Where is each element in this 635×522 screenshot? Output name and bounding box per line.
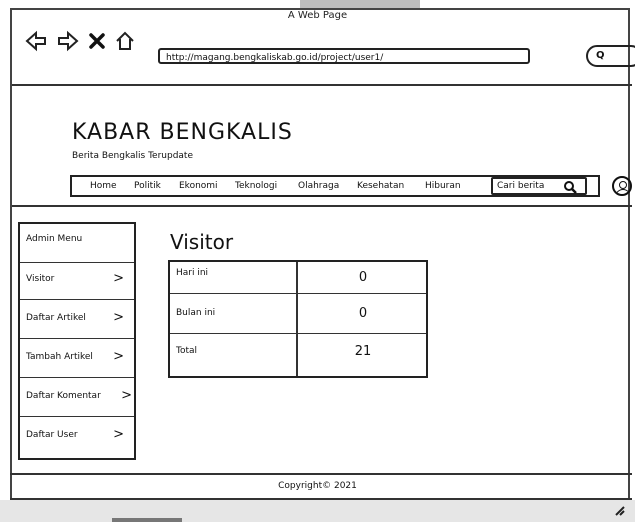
chevron-right-icon: > (113, 271, 124, 286)
site-search-input[interactable]: Cari berita (491, 177, 587, 195)
menu-item-ekonomi[interactable]: Ekonomi (179, 181, 218, 191)
stat-label-today: Hari ini (176, 268, 209, 278)
table-row: Hari ini 0 (170, 262, 426, 294)
browser-status-bar (0, 500, 635, 522)
chevron-right-icon: > (121, 388, 132, 403)
table-row: Bulan ini 0 (170, 294, 426, 334)
back-arrow-icon[interactable] (24, 30, 48, 57)
home-icon[interactable] (114, 30, 136, 57)
admin-sidebar: Admin Menu Visitor > Daftar Artikel > Ta… (18, 222, 136, 460)
menu-item-kesehatan[interactable]: Kesehatan (357, 181, 404, 191)
stat-value-month: 0 (358, 306, 368, 321)
content-divider (12, 205, 632, 207)
menu-item-teknologi[interactable]: Teknologi (235, 181, 277, 191)
sidebar-item-tambah-artikel[interactable]: Tambah Artikel > (20, 339, 134, 378)
status-bar-tab (112, 518, 182, 522)
sidebar-header: Admin Menu (20, 224, 134, 263)
sidebar-item-daftar-komentar[interactable]: Daftar Komentar > (20, 378, 134, 417)
url-bar[interactable]: http://magang.bengkaliskab.go.id/project… (158, 48, 530, 64)
browser-nav (24, 30, 136, 56)
chevron-right-icon: > (113, 349, 124, 364)
sidebar-item-daftar-artikel[interactable]: Daftar Artikel > (20, 300, 134, 339)
sidebar-item-visitor[interactable]: Visitor > (20, 261, 134, 300)
sidebar-item-daftar-user[interactable]: Daftar User > (20, 417, 134, 456)
site-search-placeholder: Cari berita (497, 181, 545, 191)
stat-label-month: Bulan ini (176, 308, 216, 318)
stat-value-today: 0 (358, 270, 368, 285)
footer-copyright: Copyright© 2021 (278, 481, 357, 491)
avatar-head (619, 181, 627, 189)
resize-grip-icon[interactable] (612, 504, 626, 519)
forward-arrow-icon[interactable] (56, 30, 80, 57)
magnifier-icon[interactable] (563, 177, 577, 197)
menu-item-olahraga[interactable]: Olahraga (298, 181, 339, 191)
browser-search-pill[interactable]: Q (586, 45, 635, 67)
close-icon[interactable] (88, 32, 106, 55)
menu-item-hiburan[interactable]: Hiburan (425, 181, 461, 191)
stat-label-total: Total (176, 346, 198, 356)
user-avatar-icon[interactable] (612, 176, 632, 196)
header-divider (12, 84, 632, 86)
footer-divider (10, 473, 632, 475)
title-strip (300, 0, 420, 8)
search-icon: Q (596, 50, 605, 61)
site-tagline: Berita Bengkalis Terupdate (72, 151, 193, 161)
table-row: Total 21 (170, 334, 426, 376)
menu-item-home[interactable]: Home (90, 181, 117, 191)
menu-item-politik[interactable]: Politik (134, 181, 161, 191)
chevron-right-icon: > (113, 310, 124, 325)
site-brand[interactable]: KABAR BENGKALIS (72, 120, 293, 145)
window-title: A Web Page (287, 10, 348, 21)
stat-value-total: 21 (354, 344, 372, 359)
visitor-stats-table: Hari ini 0 Bulan ini 0 Total 21 (168, 260, 428, 378)
chevron-right-icon: > (113, 427, 124, 442)
page-title: Visitor (170, 230, 234, 254)
